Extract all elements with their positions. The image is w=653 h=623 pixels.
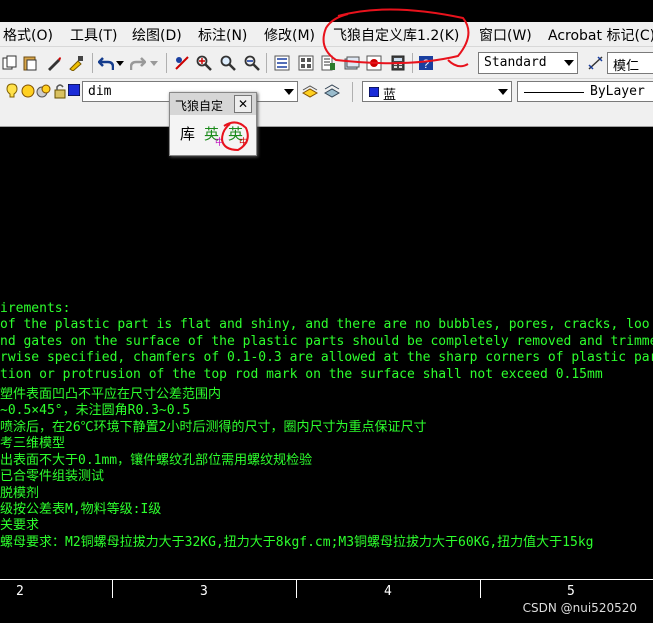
- cn-sub-mark: 中: [215, 138, 225, 148]
- layer-freeze-icon[interactable]: [20, 83, 36, 99]
- help-icon[interactable]: ?: [418, 55, 434, 71]
- text-style-combo[interactable]: Standard: [478, 52, 578, 74]
- menu-format[interactable]: 格式(O): [3, 25, 53, 45]
- layer-color-swatch-icon: [68, 84, 80, 96]
- layer-name-value: dim: [88, 84, 112, 99]
- menu-acrobat[interactable]: Acrobat 标记(C): [548, 25, 653, 45]
- ruler-number: 4: [384, 584, 392, 599]
- layer-vp-icon[interactable]: [36, 83, 52, 99]
- separator: [352, 82, 353, 102]
- menu-modify[interactable]: 修改(M): [264, 25, 315, 45]
- layer-on-icon[interactable]: [4, 83, 20, 99]
- menu-tools[interactable]: 工具(T): [70, 25, 117, 45]
- tech-req-line: of the plastic part is flat and shiny, a…: [0, 317, 650, 332]
- tech-req-line: 螺母要求：M2铜螺母拉拔力大于32KG,扭力大于8kgf.cm;M3铜螺母拉拔力…: [0, 535, 594, 550]
- tech-req-line: rwise specified, chamfers of 0.1-0.3 are…: [0, 350, 653, 365]
- separator: [92, 53, 93, 73]
- pen-icon[interactable]: [46, 55, 62, 71]
- menu-window[interactable]: 窗口(W): [479, 25, 532, 45]
- properties-icon[interactable]: [274, 55, 290, 71]
- copy-icon[interactable]: [2, 55, 18, 71]
- standard-toolbar: ? Standard 模仁: [0, 46, 653, 79]
- redo-dropdown-icon[interactable]: [150, 59, 158, 67]
- chevron-down-icon[interactable]: [564, 60, 574, 66]
- zoom-window-icon[interactable]: [220, 55, 236, 71]
- dimension-style-icon[interactable]: [588, 55, 604, 71]
- separator: [412, 53, 413, 73]
- close-icon[interactable]: ✕: [234, 95, 252, 113]
- svg-text:?: ?: [423, 57, 430, 71]
- color-combo[interactable]: 蓝: [362, 81, 512, 103]
- text-style-value: Standard: [484, 55, 547, 70]
- ruler-divider: [480, 580, 481, 598]
- make-object-layer-current-icon[interactable]: [302, 83, 318, 99]
- color-swatch-icon: [369, 87, 379, 97]
- ruler-number: 2: [16, 584, 24, 599]
- separator: [166, 53, 167, 73]
- paste-icon[interactable]: [22, 55, 38, 71]
- zoom-realtime-icon[interactable]: [196, 55, 212, 71]
- ruler-divider: [296, 580, 297, 598]
- ruler-number: 5: [567, 584, 575, 599]
- menu-bar: 格式(O) 工具(T) 绘图(D) 标注(N) 修改(M) 飞狼自定义库1.2(…: [0, 22, 653, 46]
- design-center-icon[interactable]: [298, 55, 314, 71]
- layout-ruler: 2 3 4 5 CSDN @nui520520: [0, 579, 653, 623]
- markup-set-icon[interactable]: [366, 55, 382, 71]
- dim-style-combo[interactable]: 模仁: [607, 52, 653, 74]
- floating-toolbar-title: 飞狼自定: [175, 99, 224, 113]
- match-properties-icon[interactable]: [68, 55, 84, 71]
- sheet-set-icon[interactable]: [344, 55, 360, 71]
- tech-req-line: tion or protrusion of the top rod mark o…: [0, 367, 603, 382]
- feilang-floating-toolbar[interactable]: 飞狼自定 ✕ 库 英 英 中 中: [169, 92, 257, 156]
- menu-dimension[interactable]: 标注(N): [198, 25, 247, 45]
- layer-previous-icon[interactable]: [324, 83, 340, 99]
- linetype-combo[interactable]: ByLayer: [517, 81, 653, 102]
- redo-icon[interactable]: [130, 55, 146, 71]
- linetype-value: ByLayer: [590, 84, 645, 99]
- calculator-icon[interactable]: [390, 55, 406, 71]
- color-value: 蓝: [383, 88, 397, 103]
- menu-draw[interactable]: 绘图(D): [132, 25, 182, 45]
- watermark: CSDN @nui520520: [522, 601, 637, 615]
- library-button[interactable]: 库: [180, 123, 195, 144]
- linetype-sample: [524, 92, 584, 93]
- undo-dropdown-icon[interactable]: [116, 59, 124, 67]
- toolbar-dock-area: [0, 104, 653, 127]
- tech-req-line: nd gates on the surface of the plastic p…: [0, 334, 653, 349]
- zoom-previous-icon[interactable]: [244, 55, 260, 71]
- menu-feilang-library[interactable]: 飞狼自定义库1.2(K): [333, 25, 459, 45]
- pan-icon[interactable]: [174, 55, 190, 71]
- dim-style-value: 模仁: [613, 59, 640, 74]
- layer-lock-icon[interactable]: [52, 83, 68, 99]
- separator: [266, 53, 267, 73]
- ruler-number: 3: [200, 584, 208, 599]
- ruler-divider: [112, 580, 113, 598]
- floating-toolbar-titlebar[interactable]: 飞狼自定 ✕: [170, 93, 256, 115]
- chevron-down-icon[interactable]: [498, 89, 508, 95]
- en-sub-mark: 中: [239, 138, 249, 148]
- undo-icon[interactable]: [98, 55, 114, 71]
- tech-req-line: irements:: [0, 301, 71, 316]
- drawing-canvas[interactable]: irements: of the plastic part is flat an…: [0, 127, 653, 579]
- layers-toolbar: dim 蓝 ByLayer: [0, 78, 653, 105]
- chevron-down-icon[interactable]: [284, 89, 294, 95]
- tool-palettes-icon[interactable]: [320, 55, 336, 71]
